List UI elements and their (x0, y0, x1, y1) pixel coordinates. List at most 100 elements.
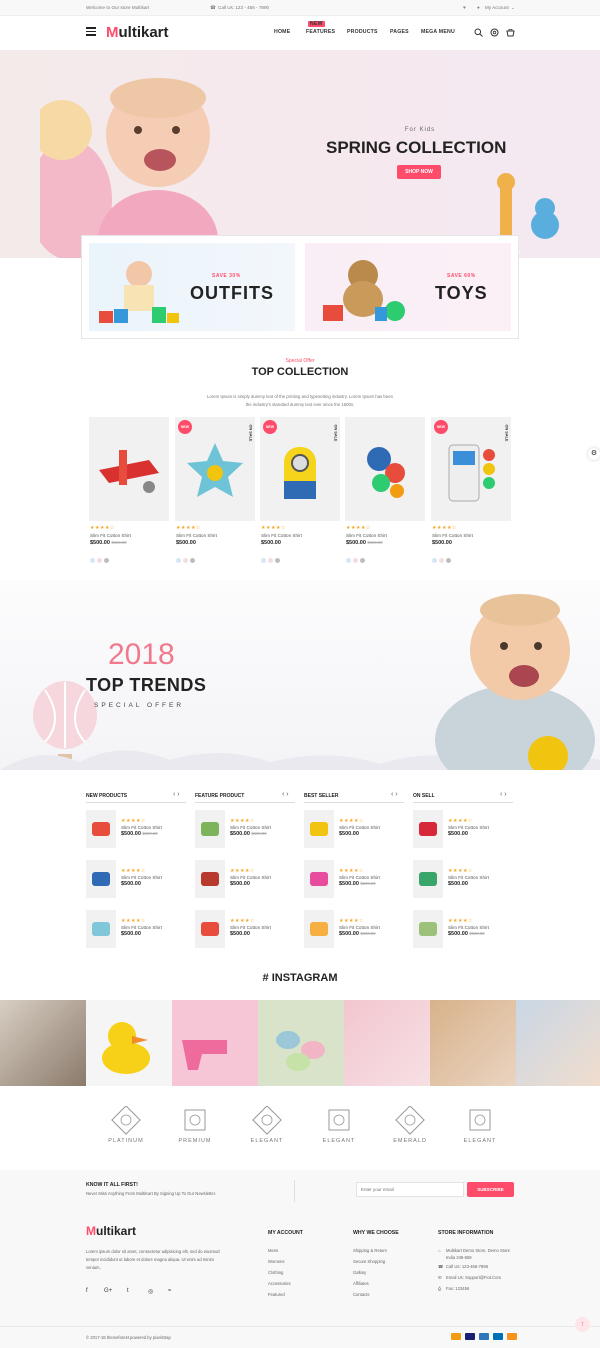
footer-link[interactable]: Mens (268, 1248, 278, 1253)
subscribe-button[interactable]: SUBSCRIBE (467, 1182, 514, 1197)
product-name[interactable]: Slim Fit Cotton Shirt (448, 875, 489, 880)
small-product-image[interactable] (195, 860, 225, 898)
heart-icon[interactable]: ♥ (463, 5, 466, 10)
brand-logo[interactable]: EMERALD (388, 1106, 432, 1144)
small-product-image[interactable] (413, 860, 443, 898)
next-arrow-icon[interactable]: › (504, 791, 506, 798)
color-swatch[interactable] (190, 558, 195, 563)
product-card[interactable]: NEW ON SALE ★★★★☆ Slim Fit Cotton Shirt $500… (175, 417, 255, 563)
brand-logo[interactable]: PREMIUM (173, 1106, 217, 1144)
product-name[interactable]: Slim Fit Cotton Shirt (176, 533, 217, 538)
prev-arrow-icon[interactable]: ‹ (282, 791, 284, 798)
color-swatch[interactable] (353, 558, 358, 563)
footer-link[interactable]: Accessories (268, 1281, 291, 1286)
hamburger-menu-icon[interactable] (86, 27, 96, 36)
brand-logo[interactable]: ELEGANT (458, 1106, 502, 1144)
small-product-image[interactable] (304, 860, 334, 898)
twitter-icon[interactable]: t (127, 1288, 129, 1294)
footer-logo[interactable]: Multikart (86, 1224, 136, 1238)
brand-logo[interactable]: PLATINUM (104, 1106, 148, 1144)
small-product-image[interactable] (304, 810, 334, 848)
instagram-photo[interactable] (0, 1000, 86, 1086)
color-swatch[interactable] (432, 558, 437, 563)
google-plus-icon[interactable]: G+ (104, 1288, 112, 1294)
product-name[interactable]: Slim Fit Cotton Shirt (448, 925, 489, 930)
color-swatch[interactable] (183, 558, 188, 563)
instagram-photo[interactable] (430, 1000, 516, 1086)
product-card[interactable]: NEW ON SALE ★★★★☆ Slim Fit Cotton Shirt $500… (431, 417, 511, 563)
footer-link[interactable]: Womens (268, 1259, 284, 1264)
color-swatch[interactable] (360, 558, 365, 563)
small-product-image[interactable] (86, 910, 116, 948)
product-card[interactable]: NEW ON SALE ★★★★☆ Slim Fit Cotton Shirt $500… (260, 417, 340, 563)
product-name[interactable]: Slim Fit Cotton Shirt (346, 533, 387, 538)
next-arrow-icon[interactable]: › (177, 791, 179, 798)
product-name[interactable]: Slim Fit Cotton Shirt (230, 825, 271, 830)
color-swatch[interactable] (268, 558, 273, 563)
product-name[interactable]: Slim Fit Cotton Shirt (339, 875, 380, 880)
next-arrow-icon[interactable]: › (395, 791, 397, 798)
product-name[interactable]: Slim Fit Cotton Shirt (432, 533, 473, 538)
nav-home[interactable]: HOME (274, 29, 290, 35)
product-name[interactable]: Slim Fit Cotton Shirt (230, 925, 271, 930)
nav-mega-menu[interactable]: MEGA MENU (421, 29, 455, 35)
instagram-photo[interactable] (172, 1000, 258, 1086)
small-product-image[interactable] (413, 910, 443, 948)
small-product-image[interactable] (413, 810, 443, 848)
product-name[interactable]: Slim Fit Cotton Shirt (230, 875, 271, 880)
product-name[interactable]: Slim Fit Cotton Shirt (339, 925, 380, 930)
product-name[interactable]: Slim Fit Cotton Shirt (121, 825, 162, 830)
color-swatch[interactable] (90, 558, 95, 563)
toys-banner[interactable]: SAVE 60% TOYS (305, 243, 511, 331)
settings-gear-icon[interactable]: ⚙ (588, 448, 600, 460)
search-icon[interactable] (474, 28, 483, 37)
instagram-photo[interactable] (516, 1000, 600, 1086)
instagram-photo[interactable] (258, 1000, 344, 1086)
prev-arrow-icon[interactable]: ‹ (500, 791, 502, 798)
product-image[interactable] (345, 417, 425, 521)
product-name[interactable]: Slim Fit Cotton Shirt (121, 925, 162, 930)
color-swatch[interactable] (104, 558, 109, 563)
product-name[interactable]: Slim Fit Cotton Shirt (448, 825, 489, 830)
footer-link[interactable]: Gallary (353, 1270, 366, 1275)
footer-link[interactable]: Affiliates (353, 1281, 369, 1286)
color-swatch[interactable] (439, 558, 444, 563)
nav-products[interactable]: PRODUCTS (347, 29, 378, 35)
product-card[interactable]: ★★★★☆ Slim Fit Cotton Shirt $500.00 $600.0… (89, 417, 169, 563)
small-product-image[interactable] (86, 860, 116, 898)
nav-features[interactable]: FEATURES (306, 29, 335, 35)
color-swatch[interactable] (275, 558, 280, 563)
footer-link[interactable]: Clothing (268, 1270, 283, 1275)
shop-now-button[interactable]: SHOP NOW (397, 165, 441, 179)
color-swatch[interactable] (97, 558, 102, 563)
prev-arrow-icon[interactable]: ‹ (391, 791, 393, 798)
footer-link[interactable]: Secure Shopping (353, 1259, 385, 1264)
logo[interactable]: Multikart (106, 24, 169, 41)
outfits-banner[interactable]: SAVE 30% OUTFITS (89, 243, 295, 331)
nav-pages[interactable]: PAGES (390, 29, 409, 35)
my-account-link[interactable]: My Account (485, 5, 509, 10)
product-name[interactable]: Slim Fit Cotton Shirt (121, 875, 162, 880)
product-name[interactable]: Slim Fit Cotton Shirt (261, 533, 302, 538)
instagram-icon[interactable]: ◎ (148, 1288, 153, 1295)
brand-logo[interactable]: ELEGANT (317, 1106, 361, 1144)
color-swatch[interactable] (346, 558, 351, 563)
prev-arrow-icon[interactable]: ‹ (173, 791, 175, 798)
facebook-icon[interactable]: f (86, 1288, 88, 1294)
small-product-image[interactable] (195, 810, 225, 848)
cart-icon[interactable] (506, 28, 515, 37)
footer-link[interactable]: Featured (268, 1292, 285, 1297)
small-product-image[interactable] (86, 810, 116, 848)
product-image[interactable] (89, 417, 169, 521)
next-arrow-icon[interactable]: › (286, 791, 288, 798)
rss-icon[interactable]: ≈ (168, 1288, 171, 1294)
color-swatch[interactable] (176, 558, 181, 563)
color-swatch[interactable] (446, 558, 451, 563)
footer-link[interactable]: Shipping & Return (353, 1248, 387, 1253)
product-name[interactable]: Slim Fit Cotton Shirt (90, 533, 131, 538)
color-swatch[interactable] (261, 558, 266, 563)
email-input[interactable] (356, 1182, 464, 1197)
instagram-photo[interactable] (86, 1000, 172, 1086)
product-card[interactable]: ★★★★☆ Slim Fit Cotton Shirt $500.00 $600.0… (345, 417, 425, 563)
instagram-photo[interactable] (344, 1000, 430, 1086)
